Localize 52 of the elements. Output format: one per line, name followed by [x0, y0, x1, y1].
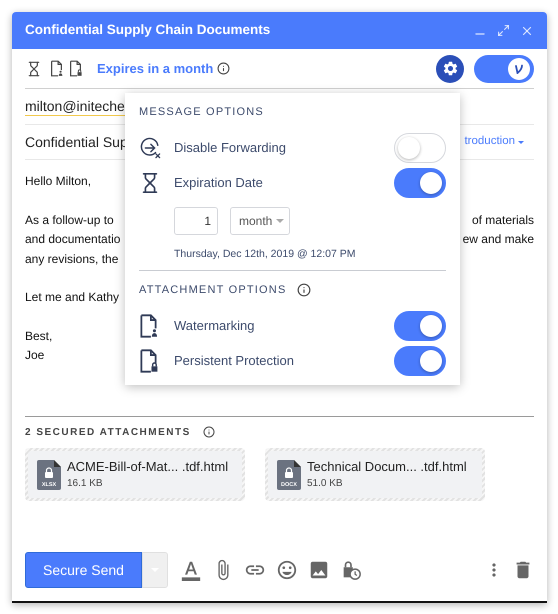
info-icon[interactable] — [296, 283, 310, 297]
template-link[interactable]: troduction — [464, 133, 524, 151]
unit-dropdown[interactable]: month — [230, 207, 290, 235]
option-label: Expiration Date — [174, 174, 264, 192]
expand-icon[interactable] — [497, 24, 510, 37]
option-label: Disable Forwarding — [174, 138, 287, 157]
image-icon[interactable] — [308, 559, 330, 581]
forward-blocked-icon — [139, 136, 161, 158]
body-text: Best, — [25, 328, 52, 344]
settings-icon — [442, 60, 458, 77]
file-lock-icon — [139, 348, 158, 372]
toggle-switch[interactable] — [394, 168, 446, 198]
body-text: and documentatio — [25, 231, 120, 248]
body-text: ew and make — [462, 231, 534, 248]
option-label: Persistent Protection — [174, 352, 295, 370]
duration-input[interactable]: 1 — [174, 207, 218, 235]
secure-send-button[interactable]: Secure Send — [25, 552, 142, 588]
attachments-heading: 2 SECURED ATTACHMENTS — [25, 426, 191, 440]
logo-icon — [514, 64, 524, 74]
caret-icon — [276, 219, 284, 223]
info-icon[interactable] — [202, 426, 215, 438]
text-format-icon[interactable] — [180, 559, 202, 581]
toggle-switch[interactable] — [394, 346, 446, 376]
settings-button[interactable] — [436, 54, 464, 82]
body-text: of materials — [472, 212, 534, 228]
section-heading: ATTACHMENT OPTIONS — [139, 283, 286, 297]
option-label: Watermarking — [174, 316, 256, 335]
expiration-date-text: Thursday, Dec 12th, 2019 @ 12:07 PM — [174, 247, 356, 261]
toggle-switch[interactable] — [394, 310, 446, 340]
attachment-name: Technical Docum... .tdf.html — [307, 459, 467, 476]
body-text: As a follow-up to — [25, 212, 114, 228]
body-text: Hello Milton, — [25, 173, 92, 190]
attachment-size: 16.1 KB — [67, 477, 104, 490]
file-user-icon — [50, 60, 63, 77]
expiry-label[interactable]: Expires in a month — [97, 58, 214, 78]
body-text: any revisions, the — [25, 250, 118, 268]
caret-icon — [518, 140, 524, 144]
file-icon — [37, 460, 61, 490]
emoji-icon[interactable] — [276, 559, 298, 581]
info-icon[interactable] — [217, 62, 230, 75]
file-icon — [277, 460, 301, 490]
file-lock-icon — [69, 60, 82, 77]
window-title: Confidential Supply Chain Documents — [25, 21, 272, 40]
file-user-icon — [139, 314, 158, 338]
attachment-name: ACME-Bill-of-Mat... .tdf.html — [67, 459, 228, 476]
body-text: Joe — [25, 347, 44, 364]
protection-toggle[interactable] — [474, 54, 534, 82]
recipient-field[interactable]: milton@initeche — [25, 97, 125, 116]
body-text: Let me and Kathy — [25, 289, 120, 306]
hourglass-icon[interactable] — [26, 60, 42, 78]
section-heading: MESSAGE OPTIONS — [139, 105, 264, 119]
attachment-size: 51.0 KB — [307, 477, 344, 490]
